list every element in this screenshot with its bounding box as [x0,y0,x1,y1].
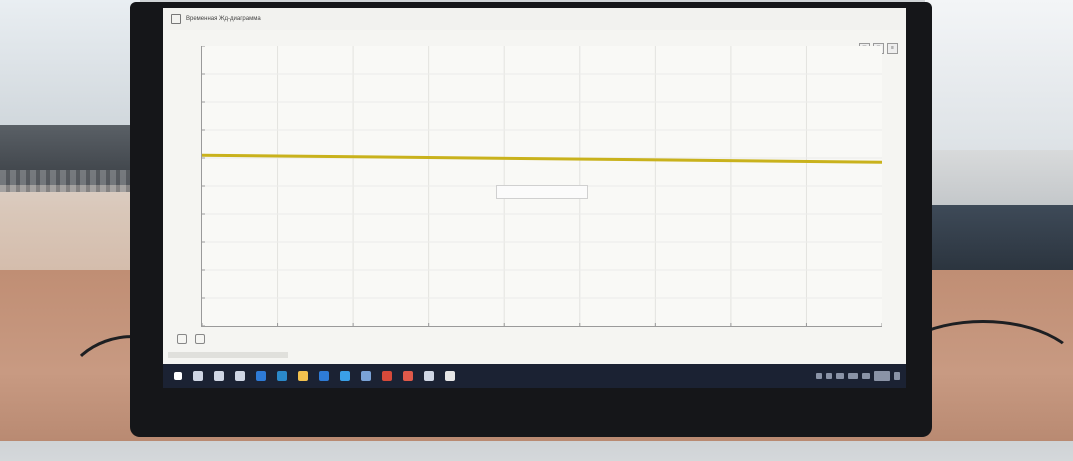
menu-icon[interactable]: ≡ [887,43,898,54]
app-icon[interactable] [361,371,371,381]
heater-left [0,170,140,192]
app-icon[interactable] [403,371,413,381]
window-icon [171,14,181,24]
mail-icon[interactable] [319,371,329,381]
title-bar: Временная Жд-диаграмма [163,8,906,30]
edge-icon[interactable] [256,371,266,381]
pan-icon[interactable] [177,334,187,344]
tray-icon[interactable] [836,373,844,379]
center-label [496,185,588,199]
app-icon[interactable] [424,371,434,381]
chart-series [202,153,882,164]
window-right [925,0,1073,150]
tray-icon[interactable] [826,373,832,379]
status-bar [168,352,288,358]
start-icon[interactable] [174,372,182,380]
window-title: Временная Жд-диаграмма [186,16,261,22]
clock-icon[interactable] [874,371,890,381]
tray-icon[interactable] [816,373,822,379]
system-tray [816,371,900,381]
series-line [202,153,882,164]
store-icon[interactable] [298,371,308,381]
app-icon[interactable] [445,371,455,381]
tray-icon[interactable] [848,373,858,379]
search-icon[interactable] [193,371,203,381]
bottom-left-tools [177,334,205,344]
home-icon[interactable] [195,334,205,344]
notifications-icon[interactable] [894,372,900,380]
explorer-icon[interactable] [277,371,287,381]
cortana-icon[interactable] [214,371,224,381]
app-icon[interactable] [382,371,392,381]
tray-icon[interactable] [862,373,870,379]
window-left [0,0,140,135]
laptop-screen: Временная Жд-диаграмма ▤ ⊞ ≡ [163,8,906,388]
app-icon[interactable] [340,371,350,381]
task-view-icon[interactable] [235,371,245,381]
taskbar [163,364,906,388]
